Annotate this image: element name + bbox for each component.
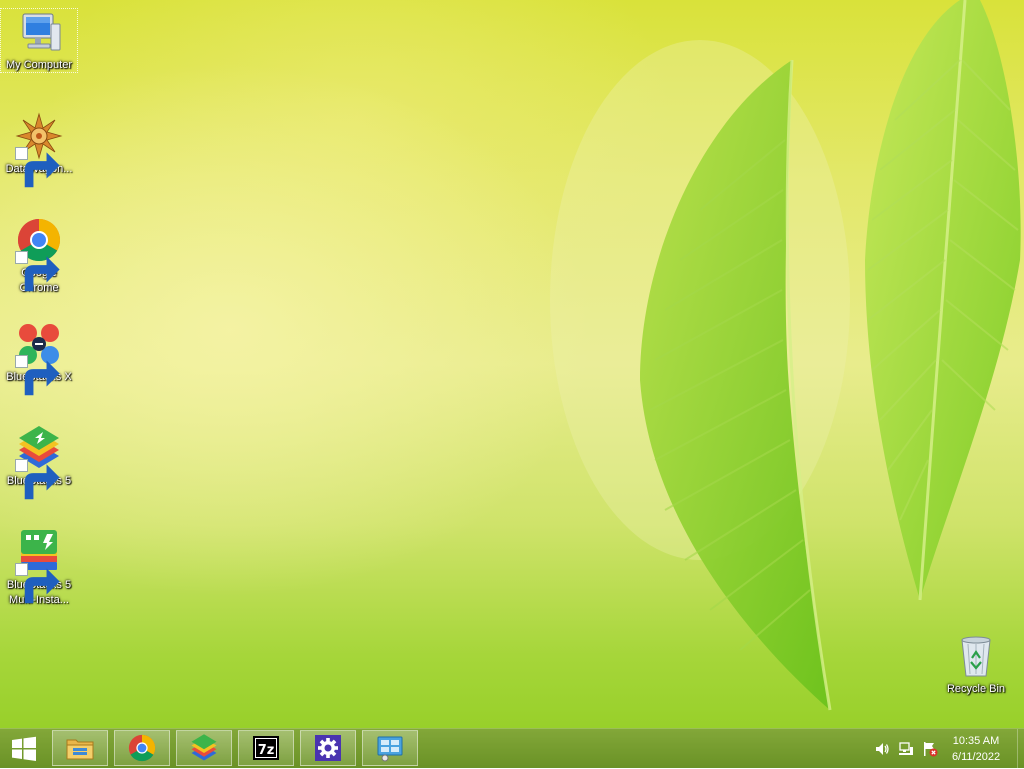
bluestacks-icon [191, 734, 217, 761]
desktop-icon-label: Recycle Bin [946, 683, 1006, 695]
file-explorer-icon [66, 739, 94, 760]
taskbar-7zip-button[interactable]: 7z [238, 730, 294, 766]
desktop-icon-recycle-bin[interactable]: Recycle Bin [937, 632, 1015, 697]
shortcut-arrow-icon [15, 355, 60, 396]
bluestacks-x-icon [15, 320, 63, 396]
desktop[interactable]: My Computer DataWagon... [0, 0, 1024, 728]
desktop-icon-bluestacks-5[interactable]: BlueStacks 5 [0, 424, 78, 500]
settings-gear-icon [315, 735, 341, 761]
desktop-icon-bluestacks-multi-instance[interactable]: BlueStacks 5 Multi-Insta... [0, 528, 78, 608]
chrome-icon [128, 734, 156, 762]
network-icon[interactable] [898, 741, 914, 757]
bluestacks-5-icon [15, 424, 63, 500]
desktop-icon-bluestacks-x[interactable]: BlueStacks X [0, 320, 78, 396]
7zip-icon: 7z [253, 736, 279, 760]
shortcut-arrow-icon [15, 459, 60, 500]
taskbar-clock[interactable]: 10:35 AM 6/11/2022 [946, 733, 1006, 765]
start-button[interactable] [0, 729, 48, 769]
action-center-flag-icon[interactable] [922, 741, 938, 757]
shortcut-arrow-icon [15, 147, 60, 188]
clock-time: 10:35 AM [952, 735, 1000, 747]
system-tray: 10:35 AM 6/11/2022 [874, 729, 1024, 769]
windows-logo-icon [12, 736, 36, 761]
show-desktop-button[interactable] [1017, 729, 1024, 769]
datawagon-icon [15, 112, 63, 188]
taskbar-bluestacks-button[interactable] [176, 730, 232, 766]
taskbar-control-panel-button[interactable] [362, 730, 418, 766]
desktop-icon-google-chrome[interactable]: Google Chrome [0, 216, 78, 296]
desktop-icon-datawagon[interactable]: DataWagon... [0, 112, 78, 188]
desktop-icon-label: My Computer [5, 59, 73, 71]
recycle-bin-icon [952, 632, 1000, 680]
clock-date: 6/11/2022 [951, 751, 1001, 763]
chrome-icon [15, 216, 63, 292]
taskbar: 7z 10:35 AM 6/11/2022 [0, 728, 1024, 769]
taskbar-file-explorer-button[interactable] [52, 730, 108, 766]
computer-icon [15, 8, 63, 56]
svg-text:7z: 7z [258, 743, 275, 758]
taskbar-settings-button[interactable] [300, 730, 356, 766]
shortcut-arrow-icon [15, 563, 60, 604]
desktop-icon-my-computer[interactable]: My Computer [0, 8, 78, 73]
control-panel-icon [377, 736, 403, 762]
wallpaper-leaves [550, 0, 1021, 711]
shortcut-arrow-icon [15, 251, 60, 292]
volume-icon[interactable] [874, 741, 890, 757]
bluestacks-multi-instance-icon [15, 528, 63, 604]
taskbar-chrome-button[interactable] [114, 730, 170, 766]
